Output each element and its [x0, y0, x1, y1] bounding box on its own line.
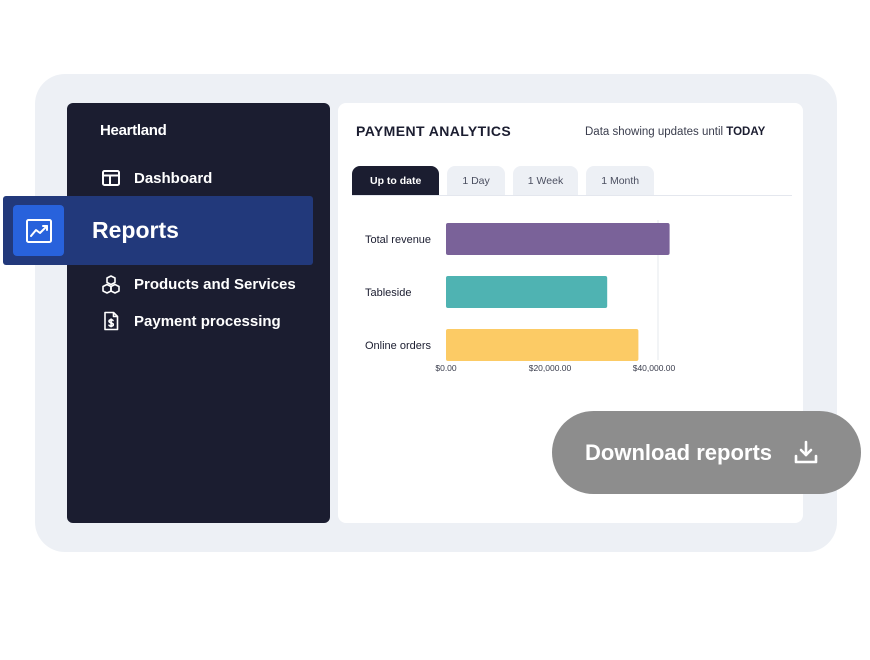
sidebar-item-label: Reports [92, 217, 179, 243]
brand-logo: Heartland [100, 122, 167, 139]
update-note-text: Data showing updates until [585, 126, 724, 138]
sidebar-item-products-and-services[interactable]: Products and Services [100, 273, 296, 295]
x-tick-label: $40,000.00 [633, 363, 676, 373]
panel-title: PAYMENT ANALYTICS [356, 123, 512, 139]
boxes-icon [100, 273, 122, 295]
trending-chart-icon [13, 205, 64, 256]
tab-1-day[interactable]: 1 Day [447, 166, 505, 195]
category-label: Online orders [365, 340, 432, 352]
tab-up-to-date[interactable]: Up to date [352, 166, 440, 195]
download-reports-button[interactable]: Download reports [552, 411, 861, 494]
update-note: Data showing updates until TODAY [585, 126, 765, 138]
sidebar-item-label: Dashboard [134, 169, 213, 187]
download-reports-label: Download reports [585, 439, 773, 465]
time-range-tabs: Up to date 1 Day 1 Week 1 Month [352, 166, 655, 195]
sidebar-item-payment-processing[interactable]: Payment processing [100, 310, 281, 332]
tab-1-month[interactable]: 1 Month [586, 166, 655, 195]
x-tick-label: $20,000.00 [529, 363, 572, 373]
bar [446, 276, 608, 308]
update-note-emphasis: TODAY [726, 126, 766, 138]
payment-bar-chart: Total revenue Tableside Online orders $0.00… [365, 220, 676, 373]
sidebar-item-label: Payment processing [134, 312, 281, 330]
bar [446, 329, 639, 361]
layout-icon [100, 167, 122, 189]
sidebar-item-reports[interactable]: Reports [3, 196, 313, 265]
tab-1-week[interactable]: 1 Week [512, 166, 579, 195]
category-label: Total revenue [365, 234, 431, 246]
download-icon [792, 439, 820, 467]
sidebar-item-dashboard[interactable]: Dashboard [100, 167, 212, 189]
bar [446, 223, 670, 255]
x-tick-label: $0.00 [435, 363, 457, 373]
sidebar-item-label: Products and Services [134, 275, 296, 293]
category-label: Tableside [365, 287, 411, 299]
dollar-document-icon [100, 310, 122, 332]
tab-divider [352, 195, 792, 196]
